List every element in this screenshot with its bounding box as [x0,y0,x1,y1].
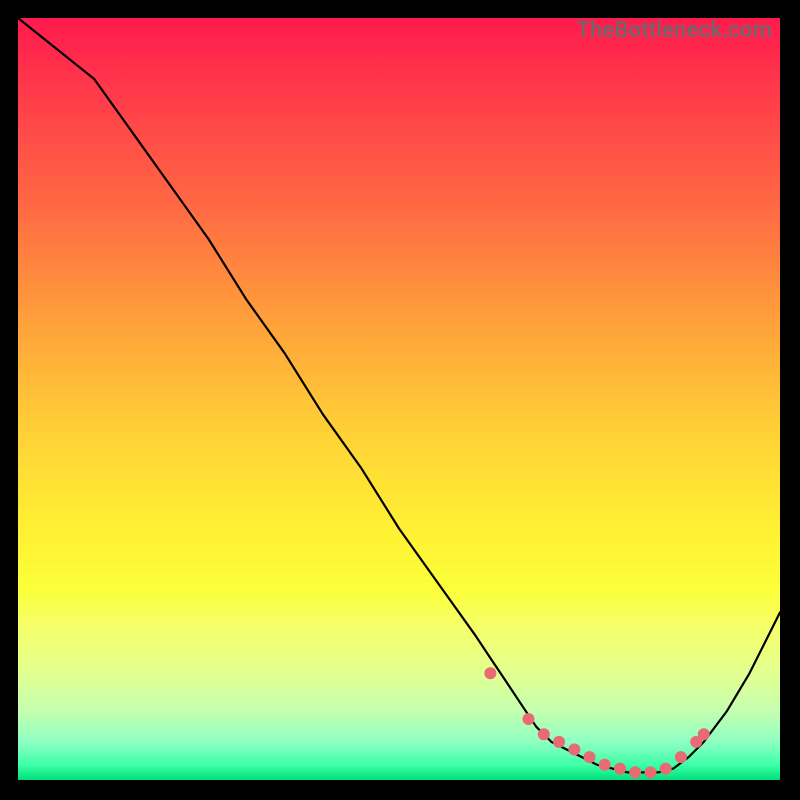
chart-svg [18,18,780,780]
chart-marker [584,751,596,763]
bottleneck-curve [18,18,780,772]
chart-marker [538,728,550,740]
chart-marker [645,766,657,778]
chart-marker [614,763,626,775]
chart-plot-area: TheBottleneck.com [18,18,780,780]
chart-marker [553,736,565,748]
chart-marker [660,763,672,775]
chart-marker [698,728,710,740]
chart-marker [484,667,496,679]
chart-marker [675,751,687,763]
chart-marker [523,713,535,725]
chart-marker [629,766,641,778]
chart-marker [568,744,580,756]
chart-markers [484,667,709,778]
chart-marker [599,759,611,771]
